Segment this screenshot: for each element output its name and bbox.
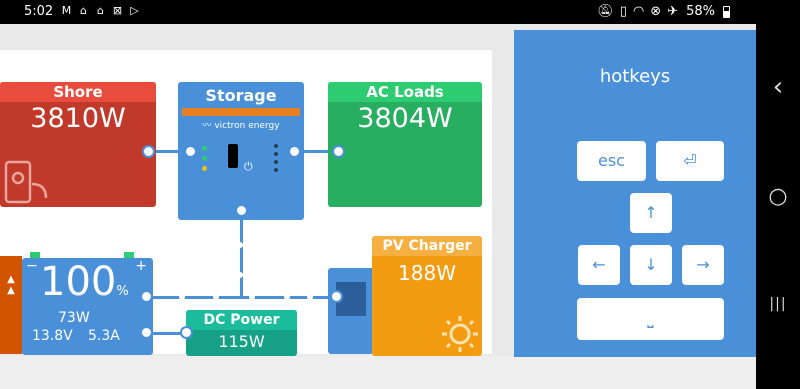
battery-saver-icon: ▯: [619, 4, 627, 19]
flow-dot: [237, 242, 243, 248]
mail-icon: M: [61, 4, 72, 17]
hotkeys-panel: hotkeys esc ⏎ ↑ ← ↓ → ⎵: [514, 30, 756, 357]
power-icon: ⏻: [244, 160, 253, 173]
status-bar: 5:02 M ⌂ ⌂ ⊠ ▷ 🔕︎ ▯ ◠ ⊗ ✈ 58%: [0, 0, 800, 24]
battery-voltage: 13.8V: [32, 328, 73, 344]
airplane-icon: ✈: [667, 4, 679, 19]
app-bottom-strip: [0, 356, 756, 389]
wire: [240, 210, 243, 298]
back-button[interactable]: ‹: [756, 72, 800, 102]
left-arrow-key[interactable]: ←: [578, 245, 620, 285]
connector: [180, 326, 193, 339]
shore-value: 3810W: [30, 103, 126, 134]
home-icon: ⌂: [80, 4, 87, 17]
flow-dot: [237, 272, 243, 278]
connector: [140, 290, 153, 303]
overview-panel: Shore 3810W Storage 〰 victron energy ⏻ A…: [0, 50, 492, 356]
battery-minus: −: [26, 258, 38, 274]
dc-power-title: DC Power: [186, 310, 297, 330]
flow-dot: [249, 294, 255, 300]
home-button[interactable]: ○: [756, 184, 800, 209]
ac-loads-tile[interactable]: AC Loads 3804W: [328, 82, 482, 207]
mppt-device: [328, 268, 374, 354]
storage-title: Storage: [205, 86, 277, 105]
battery-percent: 58%: [686, 4, 715, 19]
inverter-led-panel: ⏻: [202, 142, 280, 182]
battery-power: 73W: [58, 310, 90, 326]
connector: [140, 326, 153, 339]
warning-icon: ▲ ▲: [7, 274, 15, 296]
recents-button[interactable]: |||: [756, 296, 800, 312]
battery-soc-unit: %: [116, 284, 129, 299]
ac-loads-title: AC Loads: [328, 82, 482, 102]
connector: [288, 145, 301, 158]
alarm-icon: ⊗: [650, 4, 662, 19]
ac-loads-value: 3804W: [357, 103, 453, 134]
battery-soc: 100%: [40, 259, 129, 305]
hotkeys-title: hotkeys: [599, 66, 671, 87]
dc-power-tile[interactable]: DC Power 115W: [186, 310, 297, 356]
victron-logo: 〰 victron energy: [202, 121, 280, 131]
storage-brand-bar: [182, 108, 300, 116]
esc-key[interactable]: esc: [577, 141, 646, 181]
enter-key[interactable]: ⏎: [656, 141, 724, 181]
plug-icon: [4, 160, 48, 204]
battery-plus: +: [135, 258, 147, 274]
play-icon: ▷: [130, 4, 139, 17]
notification-icons: M ⌂ ⌂ ⊠ ▷: [60, 4, 141, 17]
up-arrow-key[interactable]: ↑: [630, 193, 672, 233]
connector: [184, 145, 197, 158]
wifi-icon: ◠: [632, 4, 645, 19]
solar-panel-strip: ▲ ▲: [0, 256, 22, 354]
pv-charger-tile[interactable]: PV Charger 188W: [372, 236, 482, 356]
sun-icon: [442, 316, 478, 352]
status-time: 5:02: [24, 4, 54, 19]
status-indicators: 🔕︎ ▯ ◠ ⊗ ✈ 58%: [597, 4, 730, 19]
down-arrow-key[interactable]: ↓: [630, 245, 672, 285]
flow-dot: [179, 294, 185, 300]
shore-title: Shore: [0, 82, 156, 102]
mute-icon: 🔕︎: [597, 4, 614, 19]
battery-tile[interactable]: + − 100% 73W 13.8V 5.3A: [22, 258, 153, 355]
app-area: Shore 3810W Storage 〰 victron energy ⏻ A…: [0, 24, 756, 389]
screen: 5:02 M ⌂ ⌂ ⊠ ▷ 🔕︎ ▯ ◠ ⊗ ✈ 58% Shore 3810…: [0, 0, 800, 389]
right-arrow-key[interactable]: →: [682, 245, 724, 285]
battery-icon: [723, 5, 730, 18]
connector: [330, 290, 343, 303]
connector: [235, 204, 248, 217]
flow-dot: [213, 294, 219, 300]
home-icon: ⌂: [97, 4, 104, 17]
close-box-icon: ⊠: [112, 4, 123, 17]
connector: [142, 145, 155, 158]
android-nav-bar: ‹ ○ |||: [756, 24, 800, 389]
pv-charger-title: PV Charger: [372, 236, 482, 256]
pv-charger-value: 188W: [398, 261, 456, 285]
inverter-switch-icon: [228, 144, 238, 168]
connector: [332, 145, 345, 158]
victron-logo-icon: 〰: [202, 121, 212, 131]
space-key[interactable]: ⎵: [577, 298, 724, 340]
flow-dot: [284, 294, 290, 300]
flow-dot: [307, 294, 313, 300]
battery-current: 5.3A: [88, 328, 120, 344]
shore-tile[interactable]: Shore 3810W: [0, 82, 156, 207]
dc-power-value: 115W: [218, 332, 265, 351]
